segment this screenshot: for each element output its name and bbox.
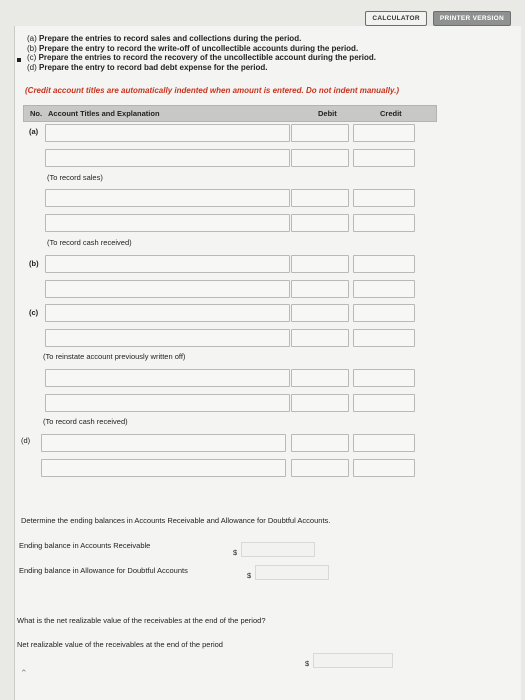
nrv-currency: $: [305, 659, 310, 668]
instruction-a: (a) Prepare the entries to record sales …: [27, 34, 302, 43]
debit-input[interactable]: [291, 124, 349, 142]
instructions: (a) Prepare the entries to record sales …: [27, 34, 376, 72]
instruction-d: (d) Prepare the entry to record bad debt…: [27, 62, 268, 72]
account-input[interactable]: [41, 459, 286, 477]
debit-input[interactable]: [291, 459, 349, 477]
ar-balance-label: Ending balance in Accounts Receivable: [19, 541, 151, 550]
credit-input[interactable]: [353, 329, 415, 347]
debit-input[interactable]: [291, 394, 349, 412]
debit-input[interactable]: [291, 189, 349, 207]
debit-input[interactable]: [291, 304, 349, 322]
col-credit-header: Credit: [380, 109, 402, 118]
entry-label-d: (d): [21, 436, 31, 445]
balances-prompt: Determine the ending balances in Account…: [21, 516, 331, 525]
account-input[interactable]: [45, 214, 290, 232]
credit-input[interactable]: [353, 124, 415, 142]
memo-cash-received: (To record cash received): [47, 238, 132, 247]
allowance-currency: $: [247, 571, 252, 580]
memo-sales: (To record sales): [47, 173, 103, 182]
account-input[interactable]: [45, 304, 290, 322]
debit-input[interactable]: [291, 280, 349, 298]
credit-input[interactable]: [353, 149, 415, 167]
credit-input[interactable]: [353, 304, 415, 322]
allowance-balance-label: Ending balance in Allowance for Doubtful…: [19, 566, 188, 575]
allowance-balance-input[interactable]: [255, 565, 329, 580]
nrv-input[interactable]: [313, 653, 393, 668]
entry-label-c: (c): [29, 308, 39, 317]
scroll-caret-icon[interactable]: ⌃: [20, 668, 28, 679]
col-title-header: Account Titles and Explanation: [48, 109, 160, 118]
entry-label-b: (b): [29, 259, 39, 268]
account-input[interactable]: [45, 255, 290, 273]
instruction-b: (b) Prepare the entry to record the writ…: [27, 43, 359, 53]
printer-version-button[interactable]: PRINTER VERSION: [432, 11, 511, 26]
debit-input[interactable]: [291, 149, 349, 167]
debit-input[interactable]: [291, 214, 349, 232]
credit-input[interactable]: [353, 214, 415, 232]
col-no-header: No.: [30, 109, 43, 118]
credit-input[interactable]: [353, 369, 415, 387]
debit-input[interactable]: [291, 434, 349, 452]
memo-cash-received: (To record cash received): [43, 417, 128, 426]
calculator-button[interactable]: CALCULATOR: [365, 11, 427, 26]
account-input[interactable]: [41, 434, 286, 452]
journal-table-header: No. Account Titles and Explanation Debit…: [23, 105, 437, 122]
credit-input[interactable]: [353, 255, 415, 273]
account-input[interactable]: [45, 189, 290, 207]
indent-note: (Credit account titles are automatically…: [25, 86, 399, 95]
credit-input[interactable]: [353, 434, 415, 452]
nrv-label: Net realizable value of the receivables …: [17, 640, 223, 649]
memo-reinstate: (To reinstate account previously written…: [43, 352, 186, 361]
credit-input[interactable]: [353, 394, 415, 412]
account-input[interactable]: [45, 280, 290, 298]
top-toolbar: CALCULATOR PRINTER VERSION: [365, 11, 511, 26]
account-input[interactable]: [45, 124, 290, 142]
credit-input[interactable]: [353, 459, 415, 477]
debit-input[interactable]: [291, 329, 349, 347]
account-input[interactable]: [45, 369, 290, 387]
entry-label-a: (a): [29, 127, 39, 136]
credit-input[interactable]: [353, 189, 415, 207]
side-marker: [17, 58, 21, 62]
question-page: (a) Prepare the entries to record sales …: [14, 26, 521, 700]
debit-input[interactable]: [291, 369, 349, 387]
debit-input[interactable]: [291, 255, 349, 273]
account-input[interactable]: [45, 394, 290, 412]
nrv-question: What is the net realizable value of the …: [17, 616, 266, 625]
ar-balance-input[interactable]: [241, 542, 315, 557]
ar-currency: $: [233, 548, 238, 557]
account-input[interactable]: [45, 149, 290, 167]
instruction-c: (c) Prepare the entries to record the re…: [27, 53, 376, 62]
account-input[interactable]: [45, 329, 290, 347]
col-debit-header: Debit: [318, 109, 337, 118]
credit-input[interactable]: [353, 280, 415, 298]
